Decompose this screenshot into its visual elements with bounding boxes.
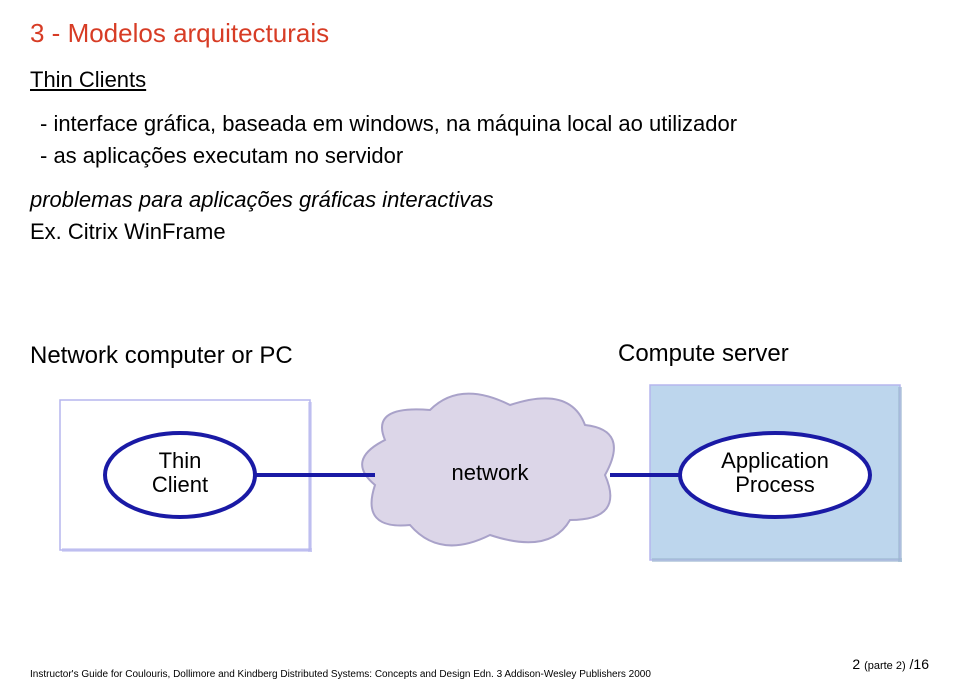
example-line: Ex. Citrix WinFrame — [30, 219, 929, 245]
page-number: 2 (parte 2) /16 — [852, 656, 929, 672]
server-label: Compute server — [618, 340, 789, 368]
process-text: Process — [735, 472, 814, 497]
bullet-apps: - as aplicações executam no servidor — [40, 143, 929, 169]
network-text: network — [451, 460, 529, 485]
section-title: 3 - Modelos arquitecturais — [30, 18, 929, 49]
footer-citation: Instructor's Guide for Coulouris, Dollim… — [30, 669, 651, 680]
pc-label: Network computer or PC — [30, 342, 293, 370]
thin-text: Thin — [159, 448, 202, 473]
application-text: Application — [721, 448, 829, 473]
thin-clients-heading: Thin Clients — [30, 67, 929, 93]
client-text: Client — [152, 472, 208, 497]
bullet-interface: - interface gráfica, baseada em windows,… — [40, 111, 929, 137]
architecture-diagram: Thin Client Application Process network — [30, 370, 930, 600]
problems-note: problemas para aplicações gráficas inter… — [30, 187, 929, 213]
